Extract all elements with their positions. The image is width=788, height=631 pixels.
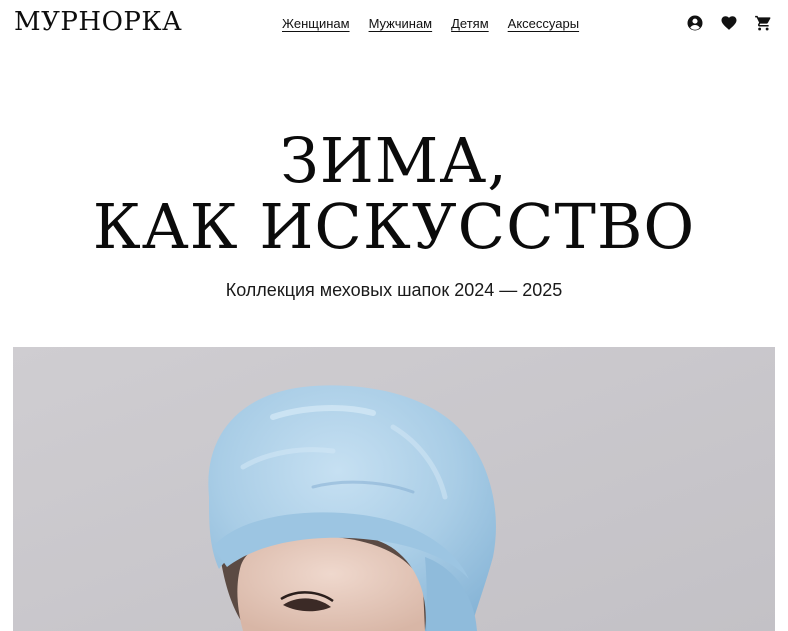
hero-title-line-2: КАК ИСКУССТВО — [92, 190, 696, 263]
cart-icon[interactable] — [754, 14, 772, 32]
site-header: МУРНОРКА Женщинам Мужчинам Детям Аксессу… — [0, 0, 788, 48]
header-icons — [686, 14, 772, 32]
brand-logo[interactable]: МУРНОРКА — [14, 7, 182, 37]
hero-title-line-1: ЗИМА, — [280, 124, 508, 197]
account-icon[interactable] — [686, 14, 704, 32]
landing-page: МУРНОРКА Женщинам Мужчинам Детям Аксессу… — [0, 0, 788, 631]
hero-title: ЗИМА, КАК ИСКУССТВО — [0, 128, 788, 260]
nav-item-kids[interactable]: Детям — [451, 16, 489, 32]
nav-item-women[interactable]: Женщинам — [282, 16, 350, 32]
heart-icon[interactable] — [720, 14, 738, 32]
hat-model-illustration — [13, 347, 775, 631]
nav-item-men[interactable]: Мужчинам — [369, 16, 433, 32]
hero-photo — [13, 347, 775, 631]
hero-subtitle: Коллекция меховых шапок 2024 — 2025 — [225, 280, 563, 300]
nav-item-accessories[interactable]: Аксессуары — [508, 16, 579, 32]
main-nav: Женщинам Мужчинам Детям Аксессуары — [282, 16, 579, 32]
